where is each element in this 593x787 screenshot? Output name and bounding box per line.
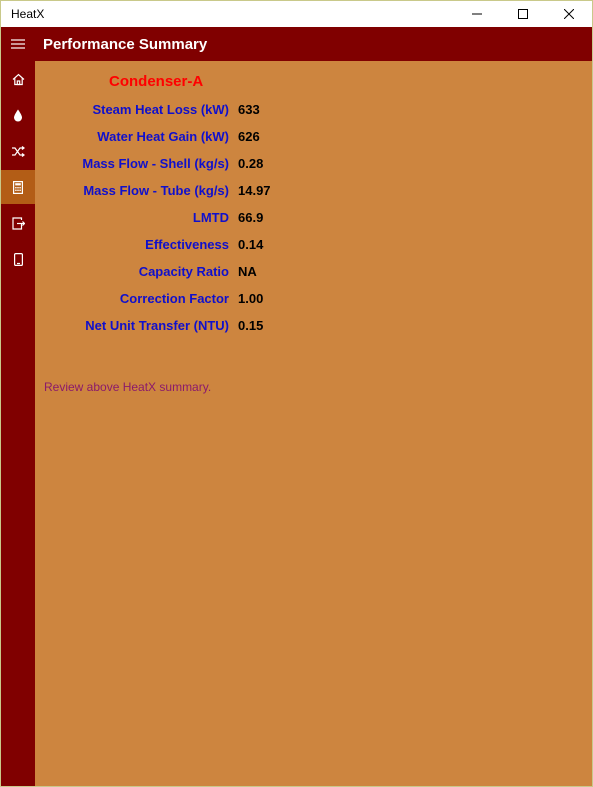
- unit-heading: Condenser-A: [109, 73, 204, 90]
- hamburger-menu-button[interactable]: [1, 27, 35, 61]
- summary-row: LMTD 66.9: [35, 210, 592, 230]
- calculator-icon: [13, 180, 23, 194]
- droplet-icon: [14, 109, 22, 121]
- summary-row: Net Unit Transfer (NTU) 0.15: [35, 318, 592, 338]
- row-value: 626: [238, 129, 260, 144]
- close-button[interactable]: [546, 1, 592, 27]
- summary-panel: Condenser-A Steam Heat Loss (kW) 633 Wat…: [35, 61, 592, 786]
- maximize-icon: [518, 9, 528, 19]
- minimize-button[interactable]: [454, 1, 500, 27]
- row-value: 14.97: [238, 183, 271, 198]
- nav-item-fluid[interactable]: [1, 98, 35, 132]
- phone-icon: [13, 252, 23, 266]
- app-window: HeatX Performance Summary Condenser-A St…: [0, 0, 593, 787]
- maximize-button[interactable]: [500, 1, 546, 27]
- app-title: HeatX: [11, 7, 45, 21]
- row-value: 0.15: [238, 318, 264, 333]
- home-icon: [12, 73, 24, 85]
- hamburger-icon: [11, 39, 25, 49]
- summary-row: Steam Heat Loss (kW) 633: [35, 102, 592, 122]
- summary-row: Correction Factor 1.00: [35, 291, 592, 311]
- row-value: NA: [238, 264, 257, 279]
- summary-row: Capacity Ratio NA: [35, 264, 592, 284]
- row-label: Net Unit Transfer (NTU): [85, 318, 229, 333]
- row-value: 0.28: [238, 156, 264, 171]
- close-icon: [564, 9, 574, 19]
- row-value: 1.00: [238, 291, 264, 306]
- nav-item-home[interactable]: [1, 62, 35, 96]
- row-label: Water Heat Gain (kW): [97, 129, 229, 144]
- row-value: 66.9: [238, 210, 264, 225]
- row-label: Correction Factor: [119, 291, 229, 306]
- summary-row: Mass Flow - Tube (kg/s) 14.97: [35, 183, 592, 203]
- row-label: Capacity Ratio: [138, 264, 229, 279]
- nav-item-device[interactable]: [1, 242, 35, 276]
- nav-item-summary[interactable]: [1, 170, 35, 204]
- page-title: Performance Summary: [43, 36, 208, 53]
- summary-row: Water Heat Gain (kW) 626: [35, 129, 592, 149]
- nav-item-export[interactable]: [1, 206, 35, 240]
- nav-item-flow[interactable]: [1, 134, 35, 168]
- sidebar: [1, 61, 35, 786]
- summary-row: Mass Flow - Shell (kg/s) 0.28: [35, 156, 592, 176]
- row-label: Steam Heat Loss (kW): [92, 102, 229, 117]
- app-header: Performance Summary: [1, 27, 592, 61]
- row-label: Mass Flow - Tube (kg/s): [83, 183, 229, 198]
- shuffle-icon: [11, 145, 25, 157]
- row-label: Mass Flow - Shell (kg/s): [82, 156, 229, 171]
- row-label: Effectiveness: [145, 237, 229, 252]
- row-label: LMTD: [192, 210, 229, 225]
- title-bar: HeatX: [1, 1, 592, 27]
- row-value: 633: [238, 102, 260, 117]
- summary-row: Effectiveness 0.14: [35, 237, 592, 257]
- row-value: 0.14: [238, 237, 264, 252]
- export-icon: [11, 216, 25, 230]
- summary-note: Review above HeatX summary.: [44, 380, 212, 394]
- minimize-icon: [472, 13, 482, 15]
